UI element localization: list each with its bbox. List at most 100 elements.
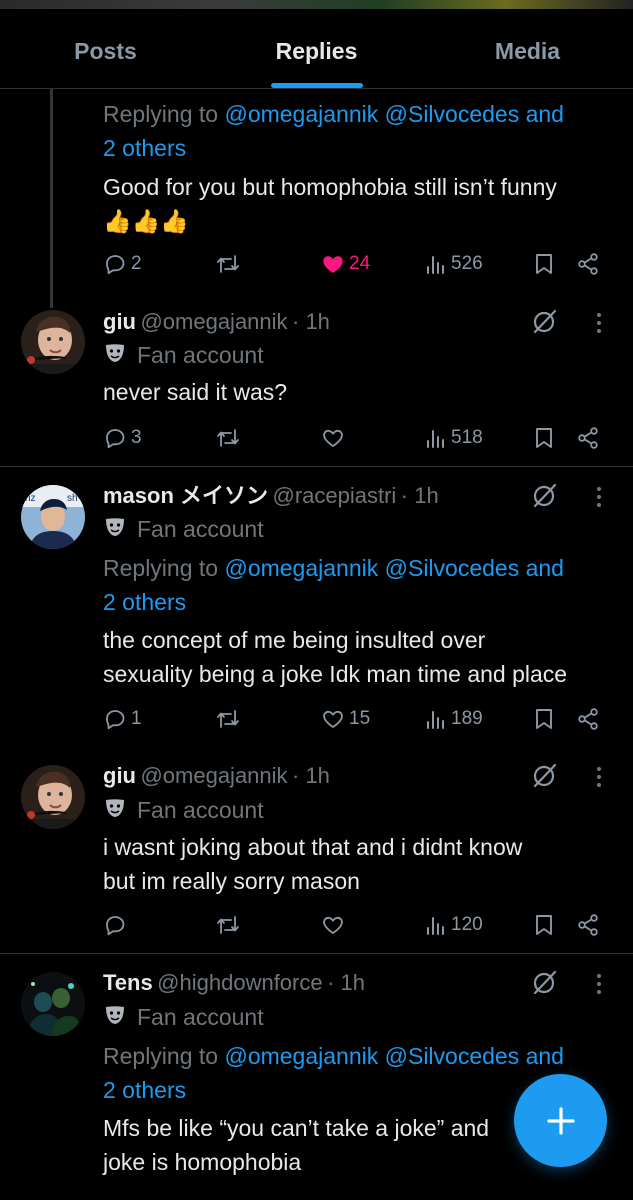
handle[interactable]: @omegajannik [140,763,287,788]
grok-icon [533,483,557,508]
theater-mask-icon [106,518,124,536]
repost-button[interactable] [215,252,241,276]
more-vertical-icon [597,313,601,333]
share-icon [578,427,598,449]
display-name[interactable]: giu [103,309,136,334]
badge-label: Fan account [137,342,264,368]
compose-button[interactable] [514,1074,607,1167]
display-name[interactable]: Tens [103,970,153,995]
heart-filled-icon [323,256,343,273]
heart-icon [323,429,343,447]
tab-media[interactable]: Media [422,9,633,88]
grok-button[interactable] [530,760,560,790]
reply-icon [106,429,125,449]
display-name[interactable]: giu [103,763,136,788]
bookmark-icon [536,254,552,274]
tab-replies[interactable]: Replies [211,9,422,88]
svg-text:nz: nz [25,493,36,504]
timestamp[interactable]: · 1h [292,763,330,788]
active-tab-indicator [270,83,363,88]
tweet-header: giu @omegajannik · 1h [103,306,330,341]
plus-icon [546,1106,575,1135]
badge-label: Fan account [137,797,264,823]
repost-button[interactable] [215,913,241,937]
avatar[interactable] [21,972,85,1036]
tweet-text: never said it was? [103,379,288,405]
heart-icon [323,916,343,934]
like-button[interactable]: 24 [321,252,370,276]
share-button[interactable] [576,426,600,450]
more-options-button[interactable] [595,973,603,995]
tweet-text: sexuality being a joke Idk man time and … [103,661,568,687]
tweet-text: the concept of me being insulted over [103,627,486,653]
heart-icon [323,710,343,728]
theater-mask-icon [106,799,124,817]
grok-icon [533,309,557,334]
avatar[interactable] [21,310,85,374]
handle[interactable]: @omegajannik [140,309,287,334]
divider [0,953,633,954]
fan-account-badge [104,1004,126,1026]
views-icon [427,917,444,935]
avatar[interactable] [21,765,85,829]
more-options-button[interactable] [595,312,603,334]
timestamp[interactable]: · 1h [327,970,365,995]
repost-button[interactable] [215,707,241,731]
views-button[interactable]: 518 [425,426,483,450]
bookmark-button[interactable] [533,252,555,276]
more-options-button[interactable] [595,486,603,508]
reply-button[interactable]: 1 [103,707,142,731]
more-vertical-icon [597,974,601,994]
display-name[interactable]: mason メイソン [103,483,268,508]
share-icon [578,708,598,730]
status-strip [0,0,633,9]
bookmark-button[interactable] [533,707,555,731]
timestamp[interactable]: · 1h [401,483,439,508]
replying-to-others[interactable]: 2 others [103,131,186,165]
share-button[interactable] [576,913,600,937]
like-button[interactable] [321,426,345,450]
reply-icon [106,710,125,730]
views-icon [427,256,444,274]
share-icon [578,253,598,275]
reply-button[interactable]: 3 [103,426,142,450]
replying-to-others[interactable]: 2 others [103,585,186,619]
svg-text:sh: sh [67,493,78,504]
repost-icon [217,916,239,934]
views-button[interactable]: 189 [425,707,483,731]
reply-button[interactable]: 2 [103,252,142,276]
reply-button[interactable] [103,913,127,937]
share-button[interactable] [576,707,600,731]
like-button[interactable]: 15 [321,707,370,731]
replying-to-others[interactable]: 2 others [103,1073,186,1107]
handle[interactable]: @racepiastri [272,483,396,508]
avatar[interactable]: nz sh [21,485,85,549]
views-button[interactable]: 120 [425,913,483,937]
tab-posts[interactable]: Posts [0,9,211,88]
bookmark-button[interactable] [533,426,555,450]
repost-button[interactable] [215,426,241,450]
more-options-button[interactable] [595,766,603,788]
mention-link[interactable]: @omegajannik @Silvocedes and [224,101,564,127]
bookmark-button[interactable] [533,913,555,937]
more-vertical-icon [597,767,601,787]
handle[interactable]: @highdownforce [157,970,322,995]
mention-link[interactable]: @omegajannik @Silvocedes and [224,555,564,581]
share-button[interactable] [576,252,600,276]
grok-button[interactable] [530,967,560,997]
timestamp[interactable]: · 1h [292,309,330,334]
mention-link[interactable]: @omegajannik @Silvocedes and [224,1043,564,1069]
like-button[interactable] [321,913,345,937]
repost-icon [217,255,239,273]
tweet-header: mason メイソン @racepiastri · 1h [103,480,439,515]
bookmark-icon [536,915,552,935]
share-icon [578,914,598,936]
tweet-text: Good for you but homophobia still isn’t … [103,174,557,200]
views-button[interactable]: 526 [425,252,483,276]
grok-button[interactable] [530,480,560,510]
tweet-text: joke is homophobia [103,1149,302,1175]
tweet-text: but im really sorry mason [103,868,360,894]
reply-icon [106,916,125,936]
grok-button[interactable] [530,306,560,336]
repost-icon [217,710,239,728]
